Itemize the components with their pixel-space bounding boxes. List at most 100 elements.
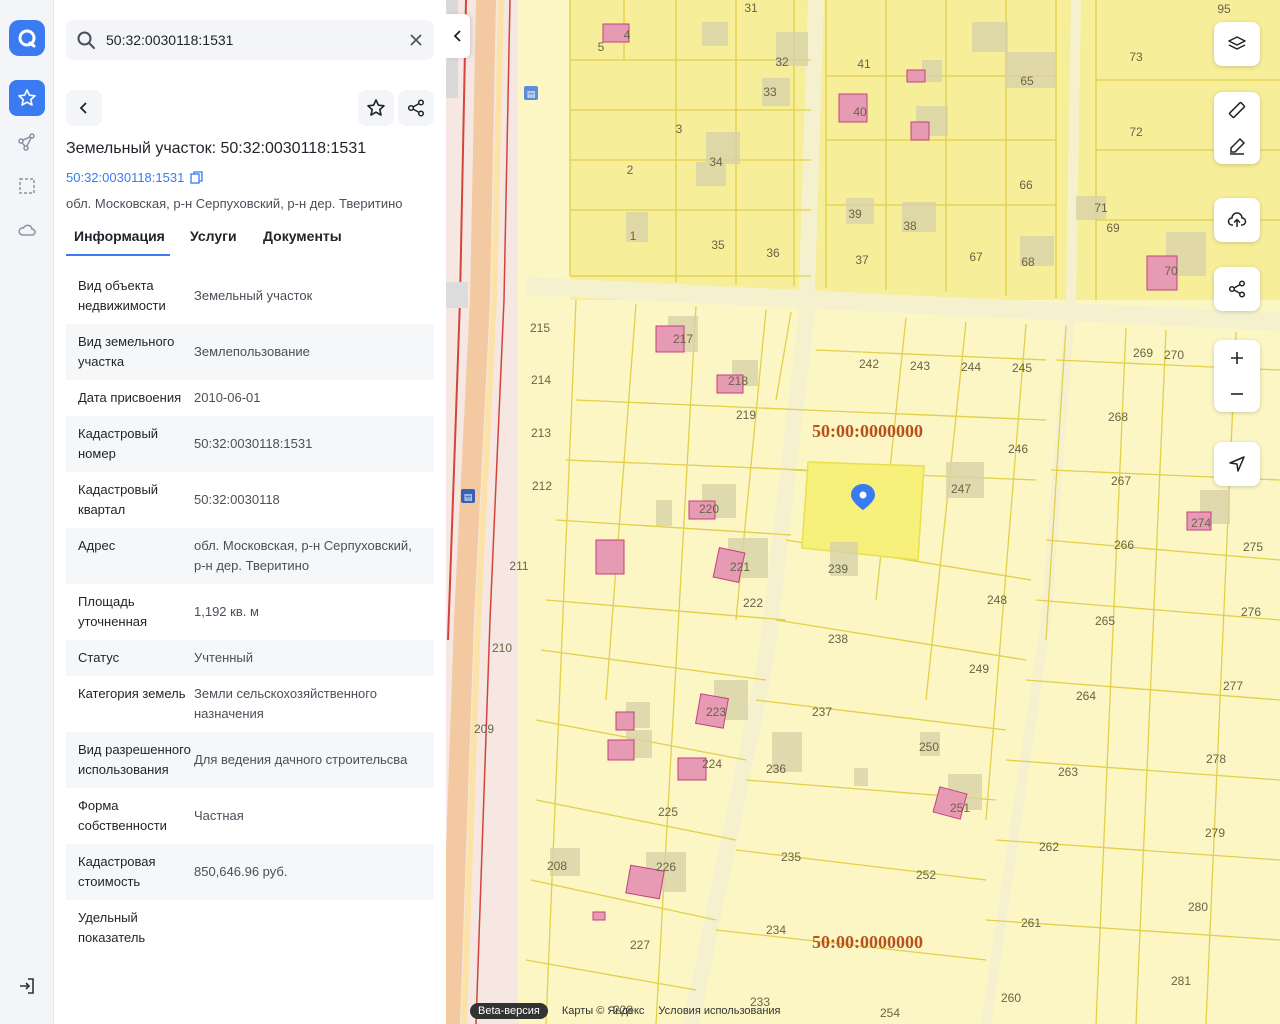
logout-button[interactable] bbox=[9, 968, 45, 1004]
favorite-button[interactable] bbox=[358, 90, 394, 126]
zoom-in-button[interactable] bbox=[1214, 340, 1260, 376]
star-outline-icon bbox=[367, 99, 385, 116]
plot-number-label: 265 bbox=[1095, 614, 1115, 628]
share-button[interactable] bbox=[398, 90, 434, 126]
property-key: Дата присвоения bbox=[78, 390, 182, 405]
property-value: 50:32:0030118:1531 bbox=[194, 436, 313, 451]
svg-text:▤: ▤ bbox=[527, 90, 536, 100]
favorites-button[interactable] bbox=[9, 80, 45, 116]
property-key: Категория земель bbox=[78, 686, 186, 701]
plot-number-label: 72 bbox=[1129, 125, 1143, 139]
plot-number-label: 237 bbox=[812, 705, 832, 719]
logo-icon bbox=[18, 29, 36, 48]
upload-button[interactable] bbox=[1214, 198, 1260, 242]
route-tool-button[interactable] bbox=[9, 124, 45, 160]
upload-control[interactable] bbox=[1214, 198, 1260, 242]
minus-icon bbox=[1231, 393, 1243, 395]
property-value bbox=[194, 908, 422, 948]
property-row: Дата присвоения 2010-06-01 bbox=[66, 380, 434, 416]
zoom-out-button[interactable] bbox=[1214, 376, 1260, 412]
tab-info[interactable]: Информация bbox=[66, 228, 170, 256]
route-icon bbox=[18, 133, 35, 151]
property-row: Площадь уточненная 1,192 кв. м bbox=[66, 584, 434, 640]
search-bar bbox=[66, 20, 434, 60]
cadastral-map[interactable]: 50:00:0000000 50:00:0000000 ▤ ▤ 31323334… bbox=[446, 0, 1280, 1024]
layers-control[interactable] bbox=[1214, 22, 1260, 66]
app-logo[interactable] bbox=[9, 20, 45, 56]
cadastral-number-text[interactable]: 50:32:0030118:1531 bbox=[66, 170, 184, 185]
plot-number-label: 41 bbox=[857, 57, 871, 71]
plot-number-label: 279 bbox=[1205, 826, 1225, 840]
plot-number-label: 224 bbox=[702, 757, 722, 771]
select-area-button[interactable] bbox=[9, 168, 45, 204]
map-share-control[interactable] bbox=[1214, 267, 1260, 311]
property-row: Статус Учтенный bbox=[66, 640, 434, 676]
plot-number-label: 268 bbox=[1108, 410, 1128, 424]
terms-link[interactable]: Условия использования bbox=[658, 1005, 780, 1017]
left-rail bbox=[0, 0, 54, 1024]
plot-number-label: 37 bbox=[855, 253, 869, 267]
plot-number-label: 245 bbox=[1012, 361, 1032, 375]
selected-parcel[interactable] bbox=[801, 461, 925, 561]
property-value: Для ведения дачного строительсва bbox=[194, 752, 408, 767]
property-value: Частная bbox=[194, 808, 244, 823]
plot-number-label: 211 bbox=[509, 559, 528, 573]
plot-number-label: 34 bbox=[709, 155, 723, 169]
map-share-button[interactable] bbox=[1214, 267, 1260, 311]
plot-number-label: 246 bbox=[1008, 442, 1028, 456]
grey-area bbox=[446, 282, 468, 308]
share-icon bbox=[1228, 280, 1246, 298]
plot-number-label: 70 bbox=[1164, 264, 1178, 278]
plot-number-label: 3 bbox=[676, 122, 683, 136]
tab-documents[interactable]: Документы bbox=[255, 228, 350, 256]
map-view[interactable]: 50:00:0000000 50:00:0000000 ▤ ▤ 31 32 33 34… bbox=[446, 0, 1280, 1024]
property-value: 2010-06-01 bbox=[194, 390, 261, 405]
map-copyright[interactable]: Карты © Яндекс bbox=[562, 1005, 645, 1017]
plot-number-label: 264 bbox=[1076, 689, 1096, 703]
cloud-button[interactable] bbox=[9, 212, 45, 248]
property-key: Удельный показатель bbox=[78, 910, 146, 945]
cadastral-number-link[interactable]: 50:32:0030118:1531 bbox=[66, 170, 203, 185]
collapse-panel-button[interactable] bbox=[446, 14, 470, 58]
property-row: Форма собственности Частная bbox=[66, 788, 434, 844]
property-value: Учтенный bbox=[194, 650, 254, 665]
plot-number-label: 238 bbox=[828, 632, 848, 646]
ruler-button[interactable] bbox=[1214, 92, 1260, 128]
property-value: Земли сельскохозяйственного назначения bbox=[194, 686, 377, 721]
plot-number-label: 210 bbox=[492, 641, 512, 655]
property-key: Вид земельного участка bbox=[78, 334, 175, 369]
property-key: Площадь уточненная bbox=[78, 594, 148, 629]
plot-number-label: 31 bbox=[744, 1, 758, 15]
map-footer: Beta-версия Карты © Яндекс Условия испол… bbox=[470, 1002, 781, 1020]
bus-stop-icon[interactable]: ▤ bbox=[524, 86, 538, 100]
zoom-control bbox=[1214, 340, 1260, 412]
edit-button[interactable] bbox=[1214, 128, 1260, 164]
property-key: Вид объекта недвижимости bbox=[78, 278, 166, 313]
plot-number-label: 220 bbox=[699, 502, 719, 516]
plot-number-label: 266 bbox=[1114, 538, 1134, 552]
svg-text:▤: ▤ bbox=[464, 493, 473, 503]
chevron-left-icon bbox=[453, 30, 461, 42]
cloud-upload-icon bbox=[1227, 212, 1247, 227]
geolocate-control[interactable] bbox=[1214, 442, 1260, 486]
clear-search-icon[interactable] bbox=[408, 32, 424, 48]
plot-number-label: 242 bbox=[859, 357, 879, 371]
copy-icon[interactable] bbox=[190, 171, 203, 184]
plot-number-label: 33 bbox=[763, 85, 777, 99]
search-input[interactable] bbox=[106, 20, 396, 60]
plot-number-label: 261 bbox=[1021, 916, 1041, 930]
measure-tools bbox=[1214, 92, 1260, 164]
plot-number-label: 208 bbox=[547, 859, 567, 873]
star-icon bbox=[18, 89, 36, 106]
plot-number-label: 250 bbox=[919, 740, 939, 754]
plot-number-label: 252 bbox=[916, 868, 936, 882]
plot-number-label: 221 bbox=[730, 560, 750, 574]
geolocate-button[interactable] bbox=[1214, 442, 1260, 486]
back-button[interactable] bbox=[66, 90, 102, 126]
bus-stop-icon[interactable]: ▤ bbox=[461, 489, 475, 503]
beta-badge: Beta-версия bbox=[470, 1003, 548, 1019]
property-key: Кадастровая стоимость bbox=[78, 854, 156, 889]
layers-button[interactable] bbox=[1214, 22, 1260, 66]
tab-services[interactable]: Услуги bbox=[182, 228, 245, 256]
info-panel: Земельный участок: 50:32:0030118:1531 50… bbox=[54, 0, 446, 1024]
